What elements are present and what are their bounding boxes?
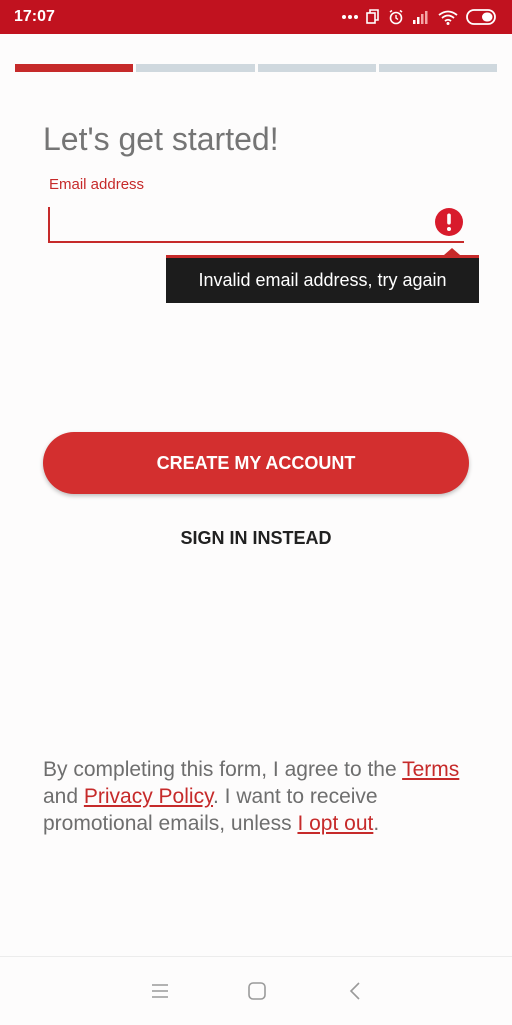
menu-icon[interactable] (148, 979, 172, 1003)
tooltip-arrow (444, 248, 460, 255)
tabs-icon (366, 9, 380, 25)
more-dots-icon (342, 14, 358, 20)
progress-step-1 (15, 64, 134, 72)
error-message: Invalid email address, try again (198, 270, 447, 290)
privacy-policy-link[interactable]: Privacy Policy (84, 785, 213, 808)
progress-step-4 (378, 64, 497, 72)
error-tooltip: Invalid email address, try again (166, 255, 479, 303)
battery-icon (466, 9, 498, 25)
exclamation-circle-icon (434, 207, 464, 237)
progress-step-2 (136, 64, 255, 72)
home-square-icon[interactable] (245, 979, 269, 1003)
alarm-icon (388, 9, 404, 25)
text-caret (48, 207, 50, 241)
legal-text: By completing this form, I agree to the … (43, 756, 473, 837)
signal-icon (412, 10, 430, 24)
navigation-bar (0, 956, 512, 1025)
wifi-icon (438, 10, 458, 25)
status-bar: 17:07 (0, 0, 512, 34)
opt-out-link[interactable]: I opt out (297, 812, 373, 835)
create-account-button[interactable]: CREATE MY ACCOUNT (43, 432, 469, 494)
progress-step-3 (257, 64, 376, 72)
sign-in-instead-button[interactable]: SIGN IN INSTEAD (156, 522, 356, 554)
email-field[interactable] (48, 205, 464, 243)
legal-and: and (43, 785, 84, 808)
status-icons (342, 7, 498, 27)
back-chevron-icon[interactable] (343, 979, 367, 1003)
legal-prefix: By completing this form, I agree to the (43, 758, 403, 781)
terms-link[interactable]: Terms (402, 758, 459, 781)
page-title: Let's get started! (43, 121, 279, 157)
legal-suffix: . (373, 812, 380, 835)
email-label: Email address (49, 176, 145, 193)
status-time: 17:07 (14, 8, 55, 25)
progress-bar (15, 64, 497, 72)
